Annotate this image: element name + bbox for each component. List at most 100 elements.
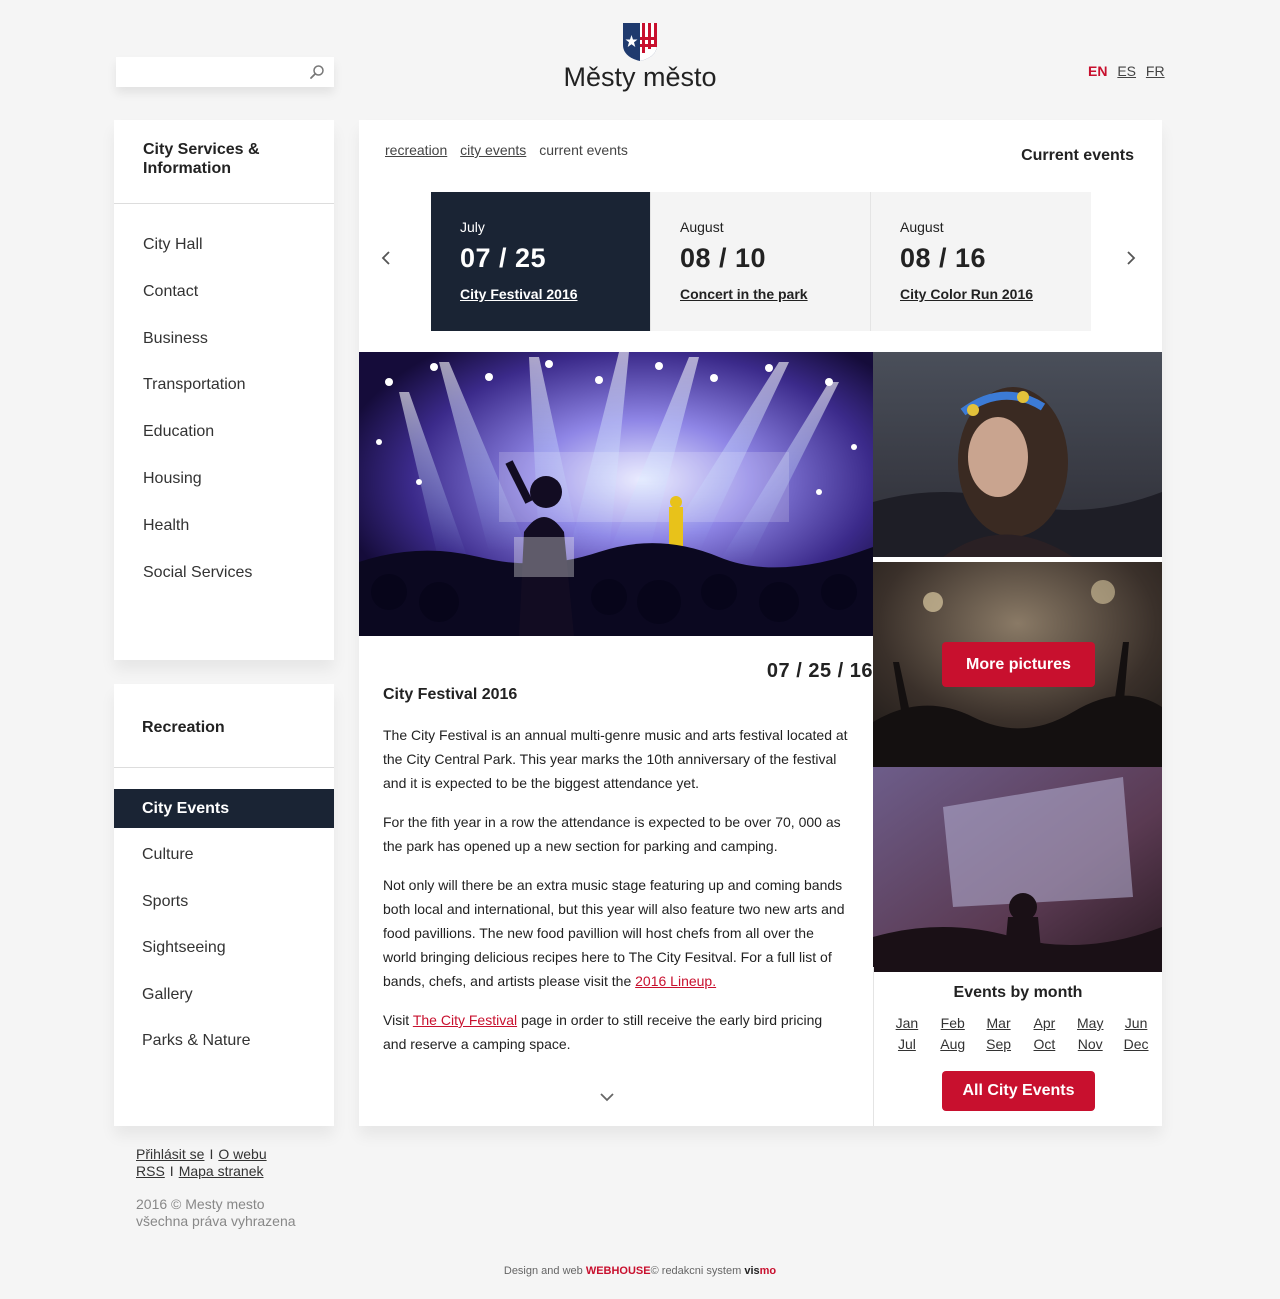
event-card[interactable]: August 08 / 16 City Color Run 2016 xyxy=(871,192,1091,331)
month-link-jan[interactable]: Jan xyxy=(884,1015,930,1031)
services-sidebar: City Services & Information City Hall Co… xyxy=(114,120,334,660)
main-content: recreation city events current events Cu… xyxy=(359,120,1162,1126)
search-input[interactable] xyxy=(116,57,296,87)
sidebar-item-gallery[interactable]: Gallery xyxy=(114,972,334,1019)
month-link-apr[interactable]: Apr xyxy=(1021,1015,1067,1031)
vismo-mo: mo xyxy=(759,1265,777,1277)
article-date: 07 / 25 / 16 xyxy=(766,660,873,682)
event-month: August xyxy=(900,219,944,235)
month-link-mar[interactable]: Mar xyxy=(976,1015,1022,1031)
search-box xyxy=(116,57,334,87)
event-date: 08 / 16 xyxy=(900,243,987,273)
site-title: Městy město xyxy=(563,62,717,92)
lang-fr[interactable]: FR xyxy=(1146,63,1165,79)
month-link-jun[interactable]: Jun xyxy=(1113,1015,1159,1031)
chevron-left-icon[interactable] xyxy=(379,250,395,266)
vismo-vis: vis xyxy=(744,1265,760,1277)
copyright-line2: všechna práva vyhrazena xyxy=(136,1213,296,1229)
events-by-month-title: Events by month xyxy=(953,984,1083,1001)
sidebar-item-city-hall[interactable]: City Hall xyxy=(114,222,334,269)
photo-gallery: More pictures xyxy=(873,352,1162,972)
breadcrumb: recreation city events current events xyxy=(385,142,628,158)
copyright-line1: 2016 © Mesty mesto xyxy=(136,1196,265,1212)
article-paragraph: For the fith year in a row the attendanc… xyxy=(383,814,841,854)
lang-en[interactable]: EN xyxy=(1088,63,1107,79)
credits: Design and web WEBHOUSE© redakcni system… xyxy=(0,1265,1280,1277)
copyright: 2016 © Mesty mesto všechna práva vyhraze… xyxy=(136,1196,296,1230)
sidebar-item-education[interactable]: Education xyxy=(114,409,334,456)
event-card[interactable]: August 08 / 10 Concert in the park xyxy=(651,192,871,331)
event-date: 07 / 25 xyxy=(460,243,547,273)
sidebar-item-sports[interactable]: Sports xyxy=(114,879,334,926)
event-link[interactable]: Concert in the park xyxy=(680,286,841,302)
footer-separator: I xyxy=(209,1146,214,1162)
article-paragraph: The City Festival is an annual multi-gen… xyxy=(383,727,848,791)
breadcrumb-current: current events xyxy=(539,142,628,158)
sidebar-item-city-events[interactable]: City Events xyxy=(114,789,334,828)
event-link[interactable]: City Festival 2016 xyxy=(460,286,621,302)
article-paragraph: Visit The City Festival page in order to… xyxy=(383,1008,849,1056)
rss-link[interactable]: RSS xyxy=(136,1163,165,1179)
footer-links: Přihlásit se I O webu RSS I Mapa stranek xyxy=(136,1146,267,1180)
event-article: 07 / 25 / 16 City Festival 2016 The City… xyxy=(383,656,873,1056)
services-title: City Services & Information xyxy=(114,120,334,204)
month-link-sep[interactable]: Sep xyxy=(976,1036,1022,1052)
month-link-dec[interactable]: Dec xyxy=(1113,1036,1159,1052)
month-link-may[interactable]: May xyxy=(1067,1015,1113,1031)
more-pictures-button[interactable]: More pictures xyxy=(942,642,1095,687)
language-switcher: EN ES FR xyxy=(1088,63,1171,79)
about-link[interactable]: O webu xyxy=(218,1146,266,1162)
sidebar-item-contact[interactable]: Contact xyxy=(114,269,334,316)
chevron-down-icon[interactable] xyxy=(599,1091,615,1103)
breadcrumb-city-events[interactable]: city events xyxy=(460,142,526,158)
chevron-right-icon[interactable] xyxy=(1122,250,1138,266)
article-text: Visit xyxy=(383,1012,410,1028)
event-month: July xyxy=(460,219,485,235)
recreation-nav: City Events Culture Sports Sightseeing G… xyxy=(114,768,334,1065)
crowd-photo-tile: More pictures xyxy=(873,562,1162,767)
sidebar-item-housing[interactable]: Housing xyxy=(114,456,334,503)
lineup-link[interactable]: 2016 Lineup. xyxy=(635,973,716,989)
event-date: 08 / 10 xyxy=(680,243,767,273)
page-title: Current events xyxy=(1021,147,1134,164)
credits-mid: redakcni system xyxy=(661,1265,742,1277)
sidebar-item-parks-nature[interactable]: Parks & Nature xyxy=(114,1018,334,1065)
login-link[interactable]: Přihlásit se xyxy=(136,1146,204,1162)
sidebar-item-health[interactable]: Health xyxy=(114,503,334,550)
month-link-aug[interactable]: Aug xyxy=(930,1036,976,1052)
vismo-link[interactable]: vismo xyxy=(744,1265,776,1277)
sitemap-link[interactable]: Mapa stranek xyxy=(179,1163,264,1179)
month-link-jul[interactable]: Jul xyxy=(884,1036,930,1052)
event-month: August xyxy=(680,219,724,235)
credits-copyright-mark: © xyxy=(650,1265,659,1277)
lang-es[interactable]: ES xyxy=(1117,63,1136,79)
month-link-oct[interactable]: Oct xyxy=(1021,1036,1067,1052)
city-logo-icon[interactable] xyxy=(623,23,657,61)
sidebar-item-social-services[interactable]: Social Services xyxy=(114,550,334,597)
month-link-feb[interactable]: Feb xyxy=(930,1015,976,1031)
event-card[interactable]: July 07 / 25 City Festival 2016 xyxy=(431,192,651,331)
services-nav: City Hall Contact Business Transportatio… xyxy=(114,204,334,596)
events-carousel: July 07 / 25 City Festival 2016 August 0… xyxy=(431,192,1091,331)
breadcrumb-recreation[interactable]: recreation xyxy=(385,142,447,158)
festival-photo-screen[interactable] xyxy=(873,767,1162,972)
article-title: City Festival 2016 xyxy=(383,686,518,703)
month-grid: Jan Feb Mar Apr May Jun Jul Aug Sep Oct … xyxy=(884,1015,1159,1052)
article-paragraph: Not only will there be an extra music st… xyxy=(383,873,849,993)
search-icon[interactable] xyxy=(309,64,325,80)
credits-prefix: Design and web xyxy=(503,1265,583,1277)
event-link[interactable]: City Color Run 2016 xyxy=(900,286,1062,302)
article-text: Not only will there be an extra music st… xyxy=(383,877,845,989)
sidebar-item-transportation[interactable]: Transportation xyxy=(114,362,334,409)
recreation-title: Recreation xyxy=(114,684,334,768)
festival-hero-image xyxy=(359,352,873,636)
month-link-nov[interactable]: Nov xyxy=(1067,1036,1113,1052)
city-festival-link[interactable]: The City Festival xyxy=(413,1012,517,1028)
festival-photo-girl[interactable] xyxy=(873,352,1162,557)
sidebar-item-business[interactable]: Business xyxy=(114,316,334,363)
all-city-events-button[interactable]: All City Events xyxy=(942,1071,1095,1111)
sidebar-item-sightseeing[interactable]: Sightseeing xyxy=(114,925,334,972)
sidebar-item-culture[interactable]: Culture xyxy=(114,832,334,879)
webhouse-link[interactable]: WEBHOUSE xyxy=(586,1265,651,1277)
footer-separator: I xyxy=(169,1163,174,1179)
